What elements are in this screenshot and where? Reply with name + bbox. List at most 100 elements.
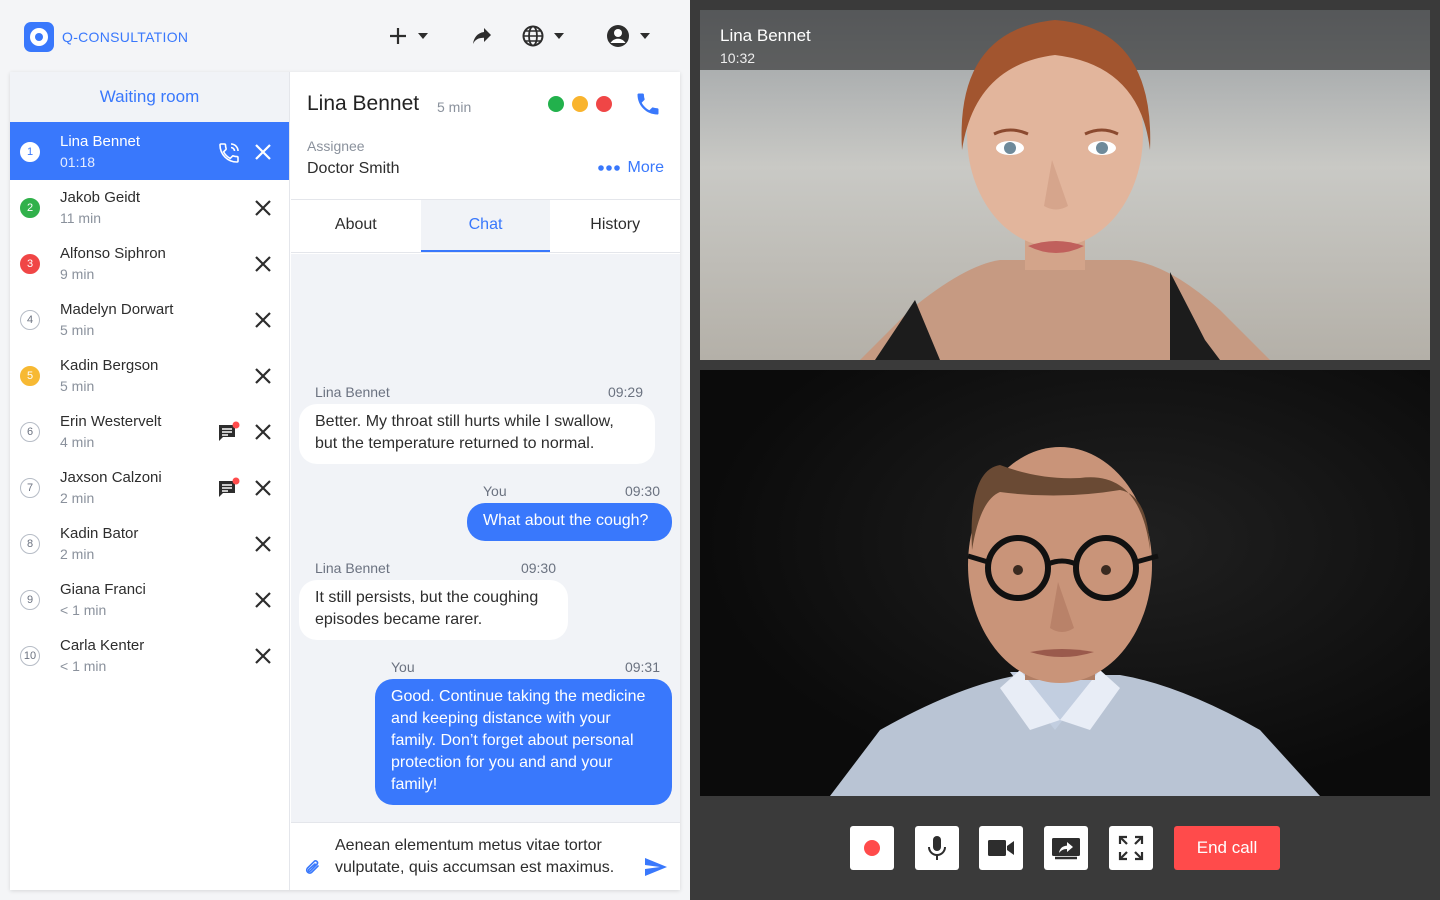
queue-wait-time: 2 min: [60, 546, 95, 562]
queue-item[interactable]: 8 Kadin Bator 2 min: [10, 516, 289, 572]
remove-from-queue-button[interactable]: [253, 590, 273, 610]
language-menu-button[interactable]: [522, 22, 564, 50]
share-button[interactable]: [472, 22, 492, 50]
queue-item-text: Madelyn Dorwart 5 min: [60, 300, 173, 340]
status-green-indicator[interactable]: [548, 96, 564, 112]
new-message-icon: [219, 421, 240, 441]
outgoing-message: You 09:31 Good. Continue taking the medi…: [375, 659, 672, 805]
waiting-room-header[interactable]: Waiting room: [10, 72, 289, 124]
remove-from-queue-button[interactable]: [253, 310, 273, 330]
remove-from-queue-button[interactable]: [253, 646, 273, 666]
queue-item-text: Alfonso Siphron 9 min: [60, 244, 166, 284]
new-message-icon: [219, 477, 240, 497]
remove-from-queue-button[interactable]: [253, 478, 273, 498]
queue-wait-time: 5 min: [60, 378, 95, 394]
open-chat-button[interactable]: [217, 477, 241, 499]
patient-name: Lina Bennet: [307, 92, 420, 115]
remove-from-queue-button[interactable]: [253, 254, 273, 274]
queue-number: 4: [20, 310, 40, 330]
queue-item-text: Giana Franci < 1 min: [60, 580, 146, 620]
close-icon: [255, 312, 271, 328]
queue-wait-time: < 1 min: [60, 602, 107, 618]
call-controls: End call: [690, 826, 1440, 870]
screen-share-button[interactable]: [1044, 826, 1088, 870]
queue-number: 8: [20, 534, 40, 554]
queue-patient-name: Erin Westervelt: [60, 413, 162, 430]
microphone-button[interactable]: [915, 826, 959, 870]
more-label: More: [627, 159, 664, 176]
queue-wait-time: 9 min: [60, 266, 95, 282]
queue-item[interactable]: 1 Lina Bennet 01:18: [10, 124, 289, 180]
message-bubble: Good. Continue taking the medicine and k…: [375, 679, 672, 805]
tab-chat[interactable]: Chat: [420, 200, 551, 252]
queue-patient-name: Carla Kenter: [60, 637, 145, 654]
remove-from-queue-button[interactable]: [253, 198, 273, 218]
message-meta: You 09:31: [375, 659, 672, 675]
call-duration: 10:32: [720, 50, 756, 66]
message-input[interactable]: Aenean elementum metus vitae tortor vulp…: [335, 835, 635, 879]
chevron-down-icon: [554, 33, 564, 39]
more-button[interactable]: More: [597, 159, 664, 177]
queue-item[interactable]: 10 Carla Kenter < 1 min: [10, 628, 289, 684]
queue-patient-name: Jakob Geidt: [60, 189, 141, 206]
microphone-icon: [928, 836, 946, 860]
record-button[interactable]: [850, 826, 894, 870]
close-icon: [255, 144, 271, 160]
queue-item[interactable]: 5 Kadin Bergson 5 min: [10, 348, 289, 404]
queue-item[interactable]: 9 Giana Franci < 1 min: [10, 572, 289, 628]
queue-item[interactable]: 7 Jaxson Calzoni 2 min: [10, 460, 289, 516]
status-yellow-indicator[interactable]: [572, 96, 588, 112]
add-menu-button[interactable]: [388, 22, 428, 50]
remote-video-image: [700, 10, 1430, 360]
queue-item[interactable]: 2 Jakob Geidt 11 min: [10, 180, 289, 236]
queue-wait-time: 11 min: [60, 210, 101, 226]
tab-about[interactable]: About: [291, 200, 421, 252]
remote-video-feed: Lina Bennet 10:32: [700, 10, 1430, 360]
call-button[interactable]: [634, 90, 662, 123]
account-icon: [607, 25, 629, 47]
fullscreen-button[interactable]: [1109, 826, 1153, 870]
patient-details: Lina Bennet 5 min Assignee Doctor Smith …: [291, 72, 680, 890]
remove-from-queue-button[interactable]: [253, 142, 273, 162]
tab-history[interactable]: History: [550, 200, 680, 252]
queue-item[interactable]: 4 Madelyn Dorwart 5 min: [10, 292, 289, 348]
chevron-down-icon: [640, 33, 650, 39]
queue-item[interactable]: 3 Alfonso Siphron 9 min: [10, 236, 289, 292]
patient-wait-time: 5 min: [437, 99, 472, 115]
message-time: 09:30: [520, 560, 556, 576]
status-red-indicator[interactable]: [596, 96, 612, 112]
camera-button[interactable]: [979, 826, 1023, 870]
incoming-message: Lina Bennet 09:29 Better. My throat stil…: [299, 384, 655, 464]
incoming-message: Lina Bennet 09:30 It still persists, but…: [299, 560, 568, 640]
message-composer: Aenean elementum metus vitae tortor vulp…: [291, 822, 680, 890]
queue-patient-name: Madelyn Dorwart: [60, 301, 174, 318]
message-sender: Lina Bennet: [315, 384, 390, 400]
remove-from-queue-button[interactable]: [253, 422, 273, 442]
end-call-button[interactable]: End call: [1174, 826, 1280, 870]
queue-item-text: Kadin Bergson 5 min: [60, 356, 158, 396]
send-button[interactable]: [644, 857, 668, 882]
video-call-area: Lina Bennet 10:32 End call: [690, 0, 1440, 900]
status-indicators: [548, 96, 612, 112]
logo[interactable]: Q-CONSULTATION: [24, 22, 188, 52]
open-chat-button[interactable]: [217, 421, 241, 443]
queue-item-text: Carla Kenter < 1 min: [60, 636, 144, 676]
close-icon: [255, 592, 271, 608]
queue-number: 9: [20, 590, 40, 610]
fullscreen-icon: [1118, 835, 1144, 861]
remove-from-queue-button[interactable]: [253, 534, 273, 554]
detail-tabs: About Chat History: [291, 200, 680, 253]
attach-button[interactable]: [303, 857, 323, 884]
remote-participant-name: Lina Bennet: [720, 26, 811, 45]
close-icon: [255, 200, 271, 216]
queue-item[interactable]: 6 Erin Westervelt 4 min: [10, 404, 289, 460]
more-dots-icon: [597, 165, 620, 171]
top-bar: Q-CONSULTATION: [0, 0, 690, 72]
outgoing-message: You 09:30 What about the cough?: [467, 483, 672, 541]
remove-from-queue-button[interactable]: [253, 366, 273, 386]
queue-wait-time: 4 min: [60, 434, 95, 450]
queue-number: 1: [20, 142, 40, 162]
accept-call-button[interactable]: [217, 141, 241, 163]
message-meta: You 09:30: [467, 483, 672, 499]
account-menu-button[interactable]: [606, 22, 650, 50]
